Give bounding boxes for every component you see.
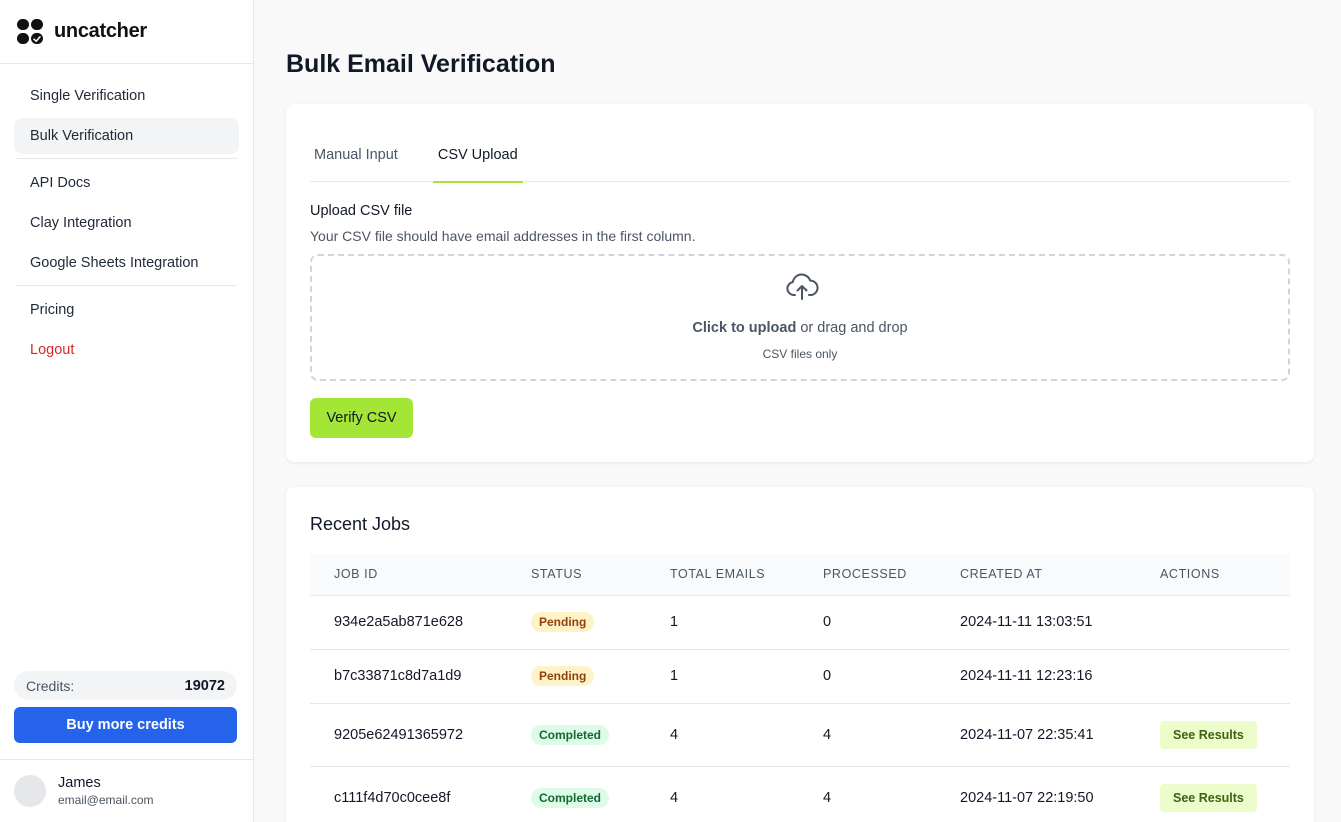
upload-card: Manual Input CSV Upload Upload CSV file … (286, 104, 1314, 462)
column-header: JOB ID (310, 554, 507, 596)
divider (16, 158, 237, 159)
status-badge: Completed (531, 787, 610, 808)
status-badge: Pending (531, 612, 595, 632)
total-emails: 1 (646, 649, 799, 704)
recent-jobs-title: Recent Jobs (310, 514, 411, 534)
upload-hint: Your CSV file should have email addresse… (310, 228, 696, 244)
sidebar-item-clay-integration[interactable]: Clay Integration (14, 205, 239, 241)
see-results-button[interactable]: See Results (1160, 783, 1257, 812)
verify-csv-button[interactable]: Verify CSV (310, 398, 413, 438)
brand-name: uncatcher (54, 20, 147, 42)
credits-value: 19072 (184, 677, 225, 694)
processed-count: 4 (799, 703, 936, 767)
actions-cell (1136, 649, 1290, 704)
upload-label: Upload CSV file (310, 203, 413, 219)
job-id: c111f4d70c0cee8f (310, 766, 507, 822)
user-email: email@email.com (58, 793, 154, 807)
status-badge: Completed (531, 724, 610, 745)
job-id: b7c33871c8d7a1d9 (310, 649, 507, 704)
total-emails: 4 (646, 703, 799, 767)
tab-manual-input[interactable]: Manual Input (310, 128, 402, 182)
dropzone-action[interactable]: Click to upload (692, 320, 796, 336)
created-at: 2024-11-07 22:19:50 (936, 766, 1136, 822)
divider (16, 285, 237, 286)
avatar (14, 775, 46, 807)
credits-label: Credits: (26, 677, 75, 694)
table-row: 9205e62491365972 Completed 4 4 2024-11-0… (310, 703, 1290, 767)
dropzone-rest: or drag and drop (800, 320, 908, 336)
column-header: STATUS (507, 554, 646, 596)
buy-credits-button[interactable]: Buy more credits (14, 707, 237, 743)
user-profile[interactable]: James email@email.com (0, 759, 253, 822)
user-name: James (58, 775, 101, 791)
jobs-table: JOB ID STATUS TOTAL EMAILS PROCESSED CRE… (310, 554, 1290, 822)
column-header: PROCESSED (799, 554, 936, 596)
processed-count: 4 (799, 766, 936, 822)
table-header-row: JOB ID STATUS TOTAL EMAILS PROCESSED CRE… (310, 554, 1290, 596)
tab-bar: Manual Input CSV Upload (310, 128, 1290, 183)
processed-count: 0 (799, 649, 936, 704)
actions-cell (1136, 595, 1290, 650)
brand[interactable]: uncatcher (0, 0, 253, 64)
sidebar-item-pricing[interactable]: Pricing (14, 292, 239, 328)
dropzone-text: Click to upload or drag and drop (312, 320, 1288, 336)
dropzone-subtext: CSV files only (762, 347, 838, 361)
table-row: b7c33871c8d7a1d9 Pending 1 0 2024-11-11 … (310, 649, 1290, 704)
see-results-button[interactable]: See Results (1160, 720, 1257, 749)
sidebar-item-api-docs[interactable]: API Docs (14, 165, 239, 201)
logo-icon (17, 18, 43, 45)
file-dropzone[interactable]: Click to upload or drag and drop CSV fil… (310, 254, 1290, 381)
table-row: c111f4d70c0cee8f Completed 4 4 2024-11-0… (310, 766, 1290, 822)
total-emails: 1 (646, 595, 799, 650)
page-title: Bulk Email Verification (286, 50, 556, 78)
created-at: 2024-11-11 12:23:16 (936, 649, 1136, 704)
sidebar: uncatcher Single Verification Bulk Verif… (0, 0, 254, 822)
processed-count: 0 (799, 595, 936, 650)
column-header: TOTAL EMAILS (646, 554, 799, 596)
total-emails: 4 (646, 766, 799, 822)
sidebar-item-single-verification[interactable]: Single Verification (14, 78, 239, 114)
sidebar-item-google-sheets-integration[interactable]: Google Sheets Integration (14, 245, 239, 281)
sidebar-item-bulk-verification[interactable]: Bulk Verification (14, 118, 239, 154)
sidebar-nav: Single Verification Bulk Verification AP… (0, 64, 253, 368)
created-at: 2024-11-07 22:35:41 (936, 703, 1136, 767)
column-header: ACTIONS (1136, 554, 1290, 596)
credits-pill: Credits: 19072 (14, 671, 237, 700)
status-badge: Pending (531, 666, 595, 686)
job-id: 934e2a5ab871e628 (310, 595, 507, 650)
cloud-upload-icon (786, 273, 819, 300)
table-row: 934e2a5ab871e628 Pending 1 0 2024-11-11 … (310, 595, 1290, 650)
job-id: 9205e62491365972 (310, 703, 507, 767)
recent-jobs-card: Recent Jobs JOB ID STATUS TOTAL EMAILS P… (286, 487, 1314, 822)
column-header: CREATED AT (936, 554, 1136, 596)
tab-csv-upload[interactable]: CSV Upload (432, 128, 523, 183)
sidebar-item-logout[interactable]: Logout (14, 332, 239, 368)
created-at: 2024-11-11 13:03:51 (936, 595, 1136, 650)
